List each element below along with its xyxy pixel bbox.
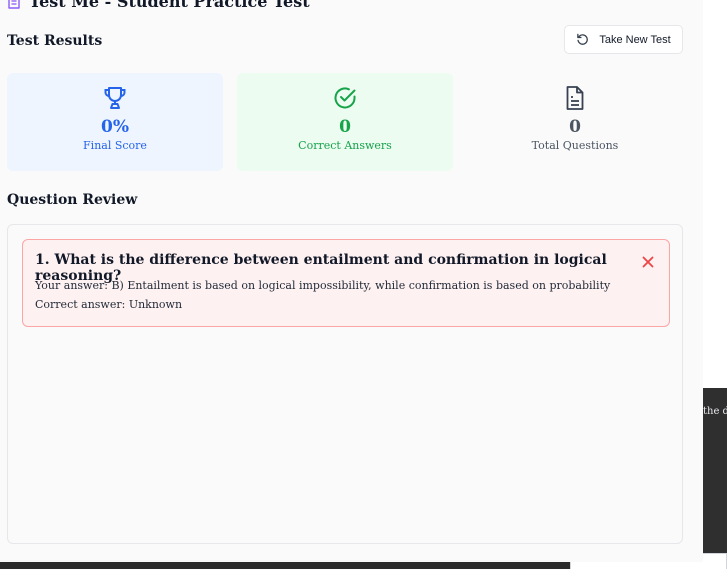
backdrop-text: the de: [703, 406, 727, 417]
refresh-icon: [577, 33, 589, 45]
modal-title: Test Me - Student Practice Test: [7, 0, 310, 11]
correct-answers-card: 0 Correct Answers: [237, 73, 453, 171]
document-icon: [562, 85, 588, 111]
question-review-title: Question Review: [7, 192, 138, 208]
backdrop-page: [703, 0, 727, 388]
total-questions-card: 0 Total Questions: [467, 73, 683, 171]
take-new-test-label: Take New Test: [599, 33, 671, 46]
document-icon: [7, 0, 21, 9]
modal-title-text: Test Me - Student Practice Test: [29, 0, 310, 11]
trophy-icon: [102, 85, 128, 111]
take-new-test-button[interactable]: Take New Test: [564, 25, 683, 54]
final-score-value: 0%: [101, 117, 129, 137]
results-header: Test Results Take New Test: [7, 25, 683, 54]
total-questions-value: 0: [569, 117, 581, 137]
your-answer-text: Your answer: B) Entailment is based on l…: [35, 279, 611, 292]
test-results-modal: Test Me - Student Practice Test Test Res…: [0, 0, 703, 562]
question-review-list[interactable]: 1. What is the difference between entail…: [7, 224, 683, 544]
x-icon: [641, 254, 655, 268]
question-review-item: 1. What is the difference between entail…: [22, 239, 670, 327]
correct-answer-text: Correct answer: Unknown: [35, 298, 183, 311]
final-score-label: Final Score: [83, 139, 147, 152]
stats-cards: 0% Final Score 0 Correct Answers 0 Total…: [7, 73, 683, 171]
check-circle-icon: [332, 85, 358, 111]
total-questions-label: Total Questions: [531, 139, 619, 152]
results-title: Test Results: [7, 33, 103, 49]
final-score-card: 0% Final Score: [7, 73, 223, 171]
correct-answers-label: Correct Answers: [298, 139, 392, 152]
correct-answers-value: 0: [339, 117, 351, 137]
